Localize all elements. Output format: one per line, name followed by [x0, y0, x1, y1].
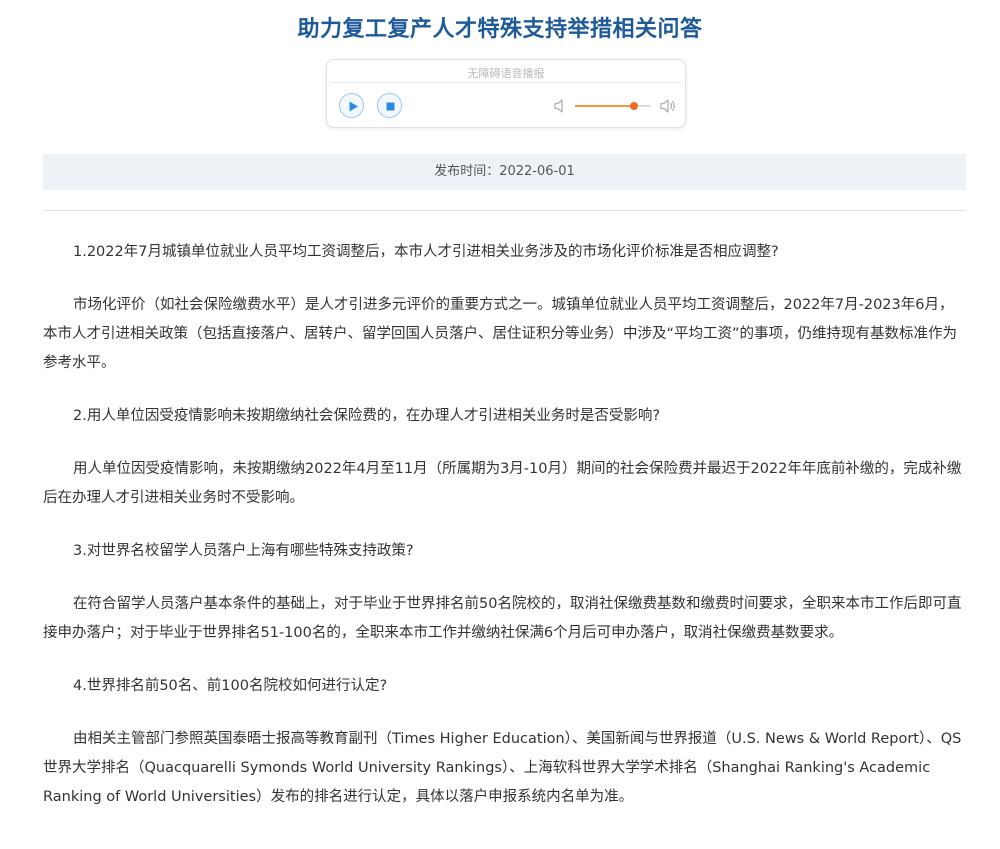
publish-time: 发布时间：2022-06-01 [43, 154, 966, 190]
question-3: 3.对世界名校留学人员落户上海有哪些特殊支持政策? [73, 543, 414, 559]
answer-4: 由相关主管部门参照英国泰晤士报高等教育副刊（Times Higher Educa… [43, 731, 962, 805]
play-icon [349, 101, 358, 112]
volume-slider[interactable] [575, 102, 651, 110]
page-title: 助力复工复产人才特殊支持举措相关问答 [297, 17, 703, 42]
answer-2: 用人单位因受疫情影响，未按期缴纳2022年4月至11月（所属期为3月-10月）期… [43, 461, 962, 506]
volume-high-icon[interactable] [659, 98, 677, 114]
accessibility-audio-label: 无障碍语音播报 [467, 67, 545, 80]
question-4: 4.世界排名前50名、前100名院校如何进行认定? [73, 678, 388, 694]
answer-3: 在符合留学人员落户基本条件的基础上，对于毕业于世界排名前50名院校的，取消社保缴… [43, 596, 962, 641]
stop-icon [386, 102, 395, 111]
play-button[interactable] [339, 93, 364, 118]
answer-1: 市场化评价（如社会保险缴费水平）是人才引进多元评价的重要方式之一。城镇单位就业人… [43, 297, 958, 371]
player-divider [331, 82, 681, 83]
divider [43, 210, 966, 211]
question-1: 1.2022年7月城镇单位就业人员平均工资调整后，本市人才引进相关业务涉及的市场… [73, 244, 779, 260]
article-content: 1.2022年7月城镇单位就业人员平均工资调整后，本市人才引进相关业务涉及的市场… [43, 238, 966, 836]
volume-low-icon[interactable] [553, 98, 567, 114]
stop-button[interactable] [377, 93, 402, 118]
question-2: 2.用人单位因受疫情影响未按期缴纳社会保险费的，在办理人才引进相关业务时是否受影… [73, 408, 661, 424]
audio-player: 无障碍语音播报 [326, 59, 686, 128]
volume-slider-handle[interactable] [630, 102, 639, 110]
volume-slider-fill [575, 105, 635, 107]
